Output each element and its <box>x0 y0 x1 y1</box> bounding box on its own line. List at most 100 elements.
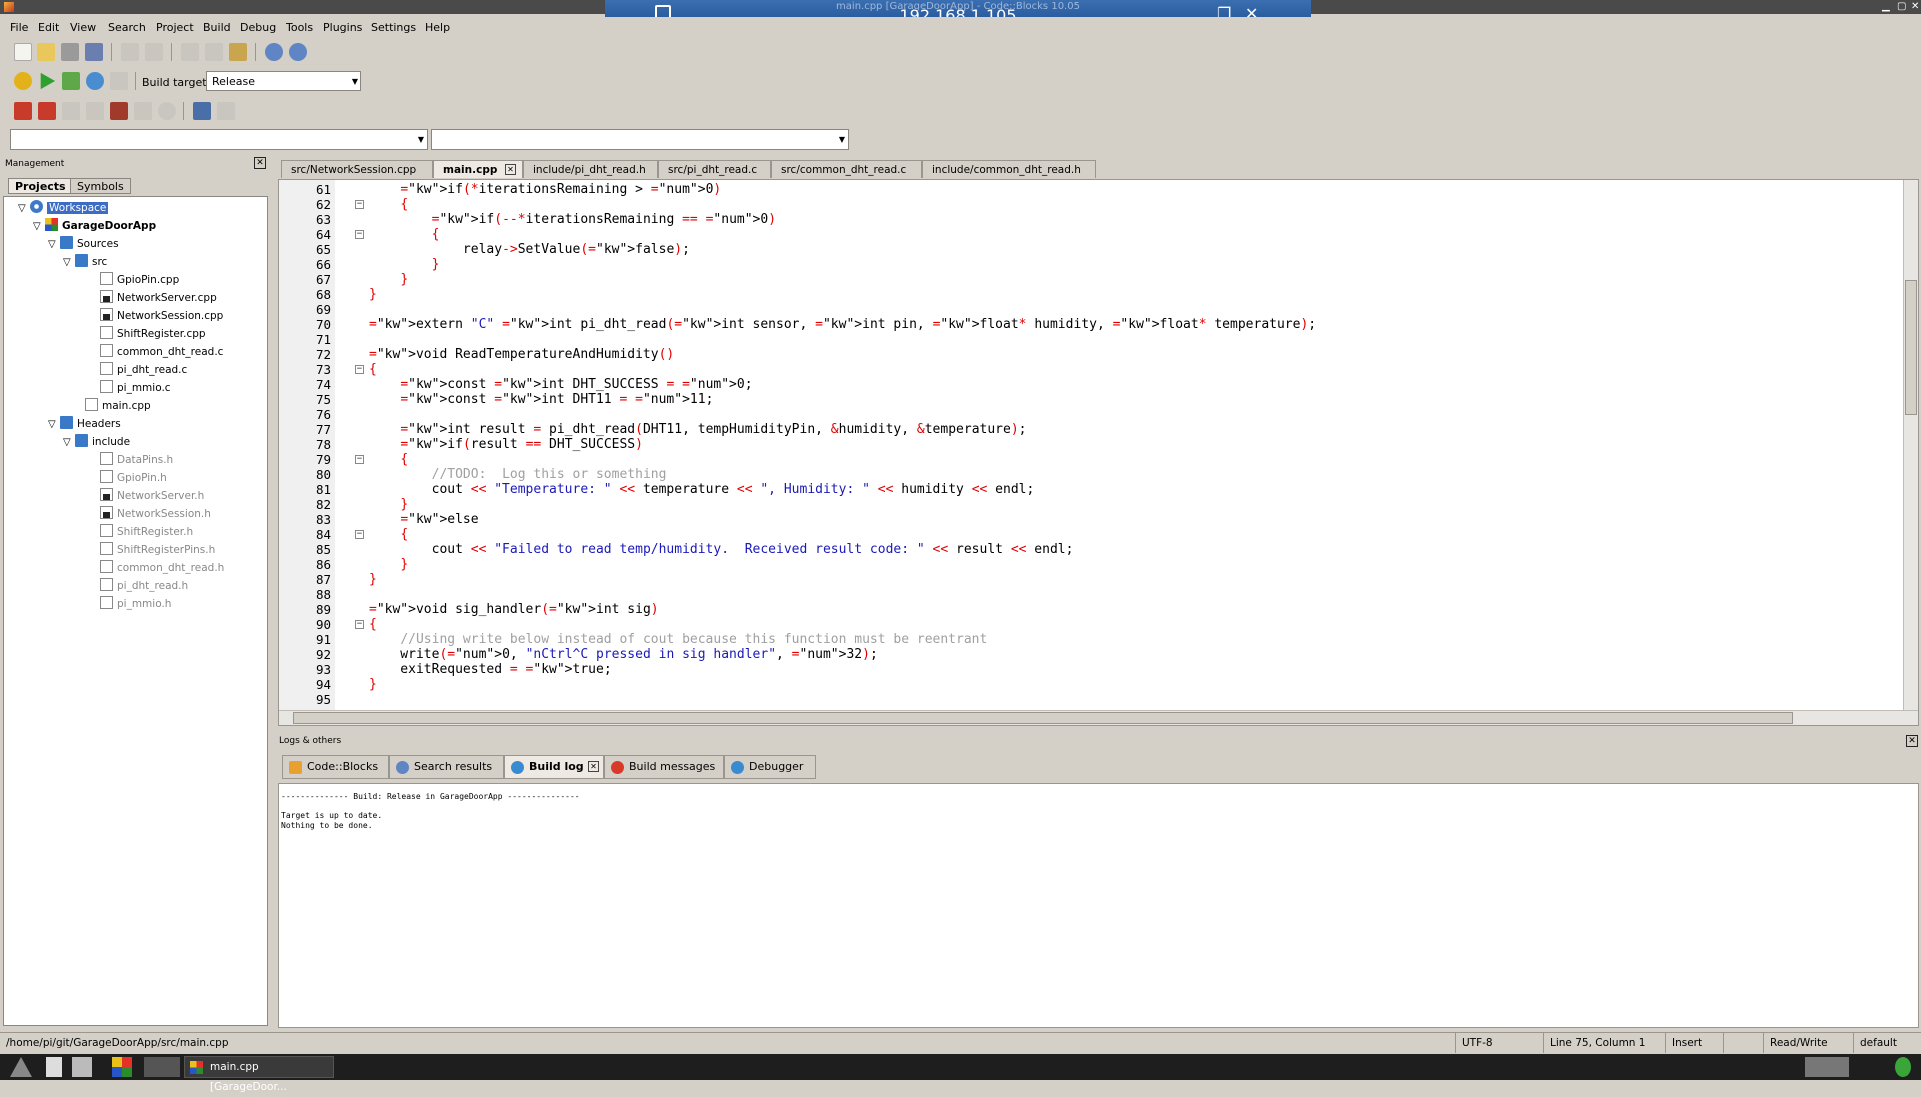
scope-combo[interactable]: ▼ <box>10 129 428 150</box>
run-to-cursor-icon[interactable] <box>38 102 56 120</box>
code-line[interactable]: 75 ="kw">const ="kw">int DHT11 = ="num">… <box>279 392 1918 407</box>
code-line[interactable]: 74 ="kw">const ="kw">int DHT_SUCCESS = =… <box>279 377 1918 392</box>
code-line[interactable]: 77 ="kw">int result = pi_dht_read(DHT11,… <box>279 422 1918 437</box>
info-icon[interactable] <box>217 102 235 120</box>
horizontal-scrollbar[interactable] <box>279 710 1918 725</box>
code-line[interactable]: 91 //Using write below instead of cout b… <box>279 632 1918 647</box>
tab-symbols[interactable]: Symbols <box>70 178 131 194</box>
run-icon[interactable] <box>40 72 56 90</box>
menu-project[interactable]: Project <box>156 21 194 34</box>
close-icon[interactable]: ✕ <box>1911 1 1919 12</box>
scroll-thumb[interactable] <box>293 712 1793 724</box>
terminal-icon[interactable] <box>46 1057 62 1077</box>
code-line[interactable]: 65 relay->SetValue(="kw">false); <box>279 242 1918 257</box>
tab-include-common-dht-read-h[interactable]: include/common_dht_read.h <box>922 160 1096 178</box>
scroll-thumb[interactable] <box>1905 280 1917 415</box>
collapse-icon[interactable]: ▽ <box>33 219 45 235</box>
tab-debugger[interactable]: Debugger <box>724 755 816 779</box>
collapse-icon[interactable]: ▽ <box>18 201 30 217</box>
tree-item-project[interactable]: ▽ GarageDoorApp <box>33 218 156 234</box>
step-out-icon[interactable] <box>134 102 152 120</box>
tree-item-file[interactable]: ShiftRegister.h <box>100 524 193 540</box>
menu-help[interactable]: Help <box>425 21 450 34</box>
build-target-select[interactable]: Release ▼ <box>206 71 361 91</box>
network-icon[interactable] <box>1895 1057 1911 1077</box>
tree-item-file[interactable]: NetworkServer.h <box>100 488 204 504</box>
open-icon[interactable] <box>37 43 55 61</box>
code-line[interactable]: 78 ="kw">if(result == DHT_SUCCESS) <box>279 437 1918 452</box>
tab-search-results[interactable]: Search results <box>389 755 504 779</box>
tree-item-file[interactable]: NetworkServer.cpp <box>100 290 217 306</box>
code-line[interactable]: 62 − { <box>279 197 1918 212</box>
minimize-icon[interactable]: ▁ <box>1882 1 1890 12</box>
tab-src-networksession[interactable]: src/NetworkSession.cpp <box>281 160 433 178</box>
tree-item-file[interactable]: pi_mmio.c <box>100 380 171 396</box>
code-line[interactable]: 87} <box>279 572 1918 587</box>
close-icon[interactable]: ✕ <box>588 761 599 772</box>
fold-toggle-icon[interactable]: − <box>355 455 364 464</box>
close-icon[interactable]: ✕ <box>1906 735 1918 747</box>
codeblocks-launcher-icon[interactable] <box>112 1057 132 1077</box>
save-all-icon[interactable] <box>85 43 103 61</box>
tree-item-file[interactable]: common_dht_read.c <box>100 344 223 360</box>
function-combo[interactable]: ▼ <box>431 129 849 150</box>
tab-projects[interactable]: Projects <box>8 178 73 194</box>
copy-icon[interactable] <box>205 43 223 61</box>
vertical-scrollbar[interactable] <box>1903 180 1918 712</box>
new-file-icon[interactable] <box>14 43 32 61</box>
code-line[interactable]: 70 ="kw">extern "C" ="kw">int pi_dht_read… <box>279 317 1918 332</box>
code-line[interactable]: 92 write(="num">0, "nCtrl^C pressed in s… <box>279 647 1918 662</box>
tree-item-file[interactable]: ShiftRegisterPins.h <box>100 542 215 558</box>
fold-toggle-icon[interactable]: − <box>355 230 364 239</box>
code-line[interactable]: 63 ="kw">if(--*iterationsRemaining == ="… <box>279 212 1918 227</box>
code-line[interactable]: 95 <box>279 692 1918 707</box>
tab-codeblocks-log[interactable]: Code::Blocks <box>282 755 389 779</box>
tab-build-log[interactable]: Build log ✕ <box>504 755 604 779</box>
tree-item-file[interactable]: ShiftRegister.cpp <box>100 326 206 342</box>
debug-start-icon[interactable] <box>14 102 32 120</box>
close-icon[interactable]: ✕ <box>254 157 266 169</box>
tree-item-file[interactable]: NetworkSession.h <box>100 506 211 522</box>
code-line[interactable]: 85 cout << "Failed to read temp/humidity… <box>279 542 1918 557</box>
code-editor[interactable]: 61 ="kw">if(*iterationsRemaining > ="num… <box>278 179 1919 726</box>
stop-debugger-icon[interactable] <box>158 102 176 120</box>
tree-item-folder[interactable]: ▽ src <box>63 254 107 270</box>
code-line[interactable]: 71 <box>279 332 1918 347</box>
tab-src-common-dht-read-c[interactable]: src/common_dht_read.c <box>771 160 922 178</box>
next-instruction-icon[interactable] <box>86 102 104 120</box>
file-manager-icon[interactable] <box>72 1057 92 1077</box>
code-line[interactable]: 72 ="kw">void ReadTemperatureAndHumidity(… <box>279 347 1918 362</box>
tab-src-pi-dht-read-c[interactable]: src/pi_dht_read.c <box>658 160 771 178</box>
fold-toggle-icon[interactable]: − <box>355 200 364 209</box>
find-icon[interactable] <box>265 43 283 61</box>
tree-item-file[interactable]: common_dht_read.h <box>100 560 224 576</box>
code-line[interactable]: 93 exitRequested = ="kw">true; <box>279 662 1918 677</box>
collapse-icon[interactable]: ▽ <box>63 255 75 271</box>
menu-edit[interactable]: Edit <box>38 21 59 34</box>
collapse-icon[interactable]: ▽ <box>63 435 75 451</box>
menu-tools[interactable]: Tools <box>286 21 313 34</box>
menu-plugins[interactable]: Plugins <box>323 21 362 34</box>
code-line[interactable]: 76 <box>279 407 1918 422</box>
code-line[interactable]: 86 } <box>279 557 1918 572</box>
undo-icon[interactable] <box>121 43 139 61</box>
menu-build[interactable]: Build <box>203 21 231 34</box>
fold-toggle-icon[interactable]: − <box>355 530 364 539</box>
next-line-icon[interactable] <box>62 102 80 120</box>
build-log-output[interactable]: -------------- Build: Release in GarageD… <box>278 783 1919 1028</box>
fold-toggle-icon[interactable]: − <box>355 620 364 629</box>
code-line[interactable]: 79 − { <box>279 452 1918 467</box>
paste-icon[interactable] <box>229 43 247 61</box>
tree-item-folder[interactable]: ▽ Sources <box>48 236 119 252</box>
tree-item-file[interactable]: GpioPin.cpp <box>100 272 179 288</box>
code-line[interactable]: 64 − { <box>279 227 1918 242</box>
start-menu-icon[interactable] <box>10 1057 32 1077</box>
code-line[interactable]: 66 } <box>279 257 1918 272</box>
abort-icon[interactable] <box>110 72 128 90</box>
code-line[interactable]: 80 //TODO: Log this or something <box>279 467 1918 482</box>
save-icon[interactable] <box>61 43 79 61</box>
rebuild-icon[interactable] <box>86 72 104 90</box>
close-icon[interactable]: ✕ <box>505 164 516 175</box>
code-line[interactable]: 94} <box>279 677 1918 692</box>
build-gear-icon[interactable] <box>14 72 32 90</box>
